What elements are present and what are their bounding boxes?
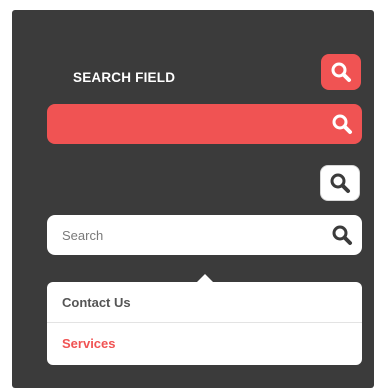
menu-item-contact-us[interactable]: Contact Us [47, 282, 362, 323]
search-icon[interactable] [331, 224, 353, 246]
search-icon[interactable] [331, 113, 353, 135]
search-bar-red[interactable] [47, 104, 362, 144]
search-icon [331, 62, 351, 82]
search-input[interactable] [47, 215, 317, 255]
search-button-red[interactable] [321, 54, 361, 90]
section-title: SEARCH FIELD [73, 70, 176, 85]
dropdown-menu: Contact Us Services [47, 274, 362, 365]
search-field-container [47, 215, 362, 255]
menu-item-services[interactable]: Services [47, 323, 362, 364]
search-button-white[interactable] [320, 165, 360, 201]
search-icon [330, 173, 350, 193]
